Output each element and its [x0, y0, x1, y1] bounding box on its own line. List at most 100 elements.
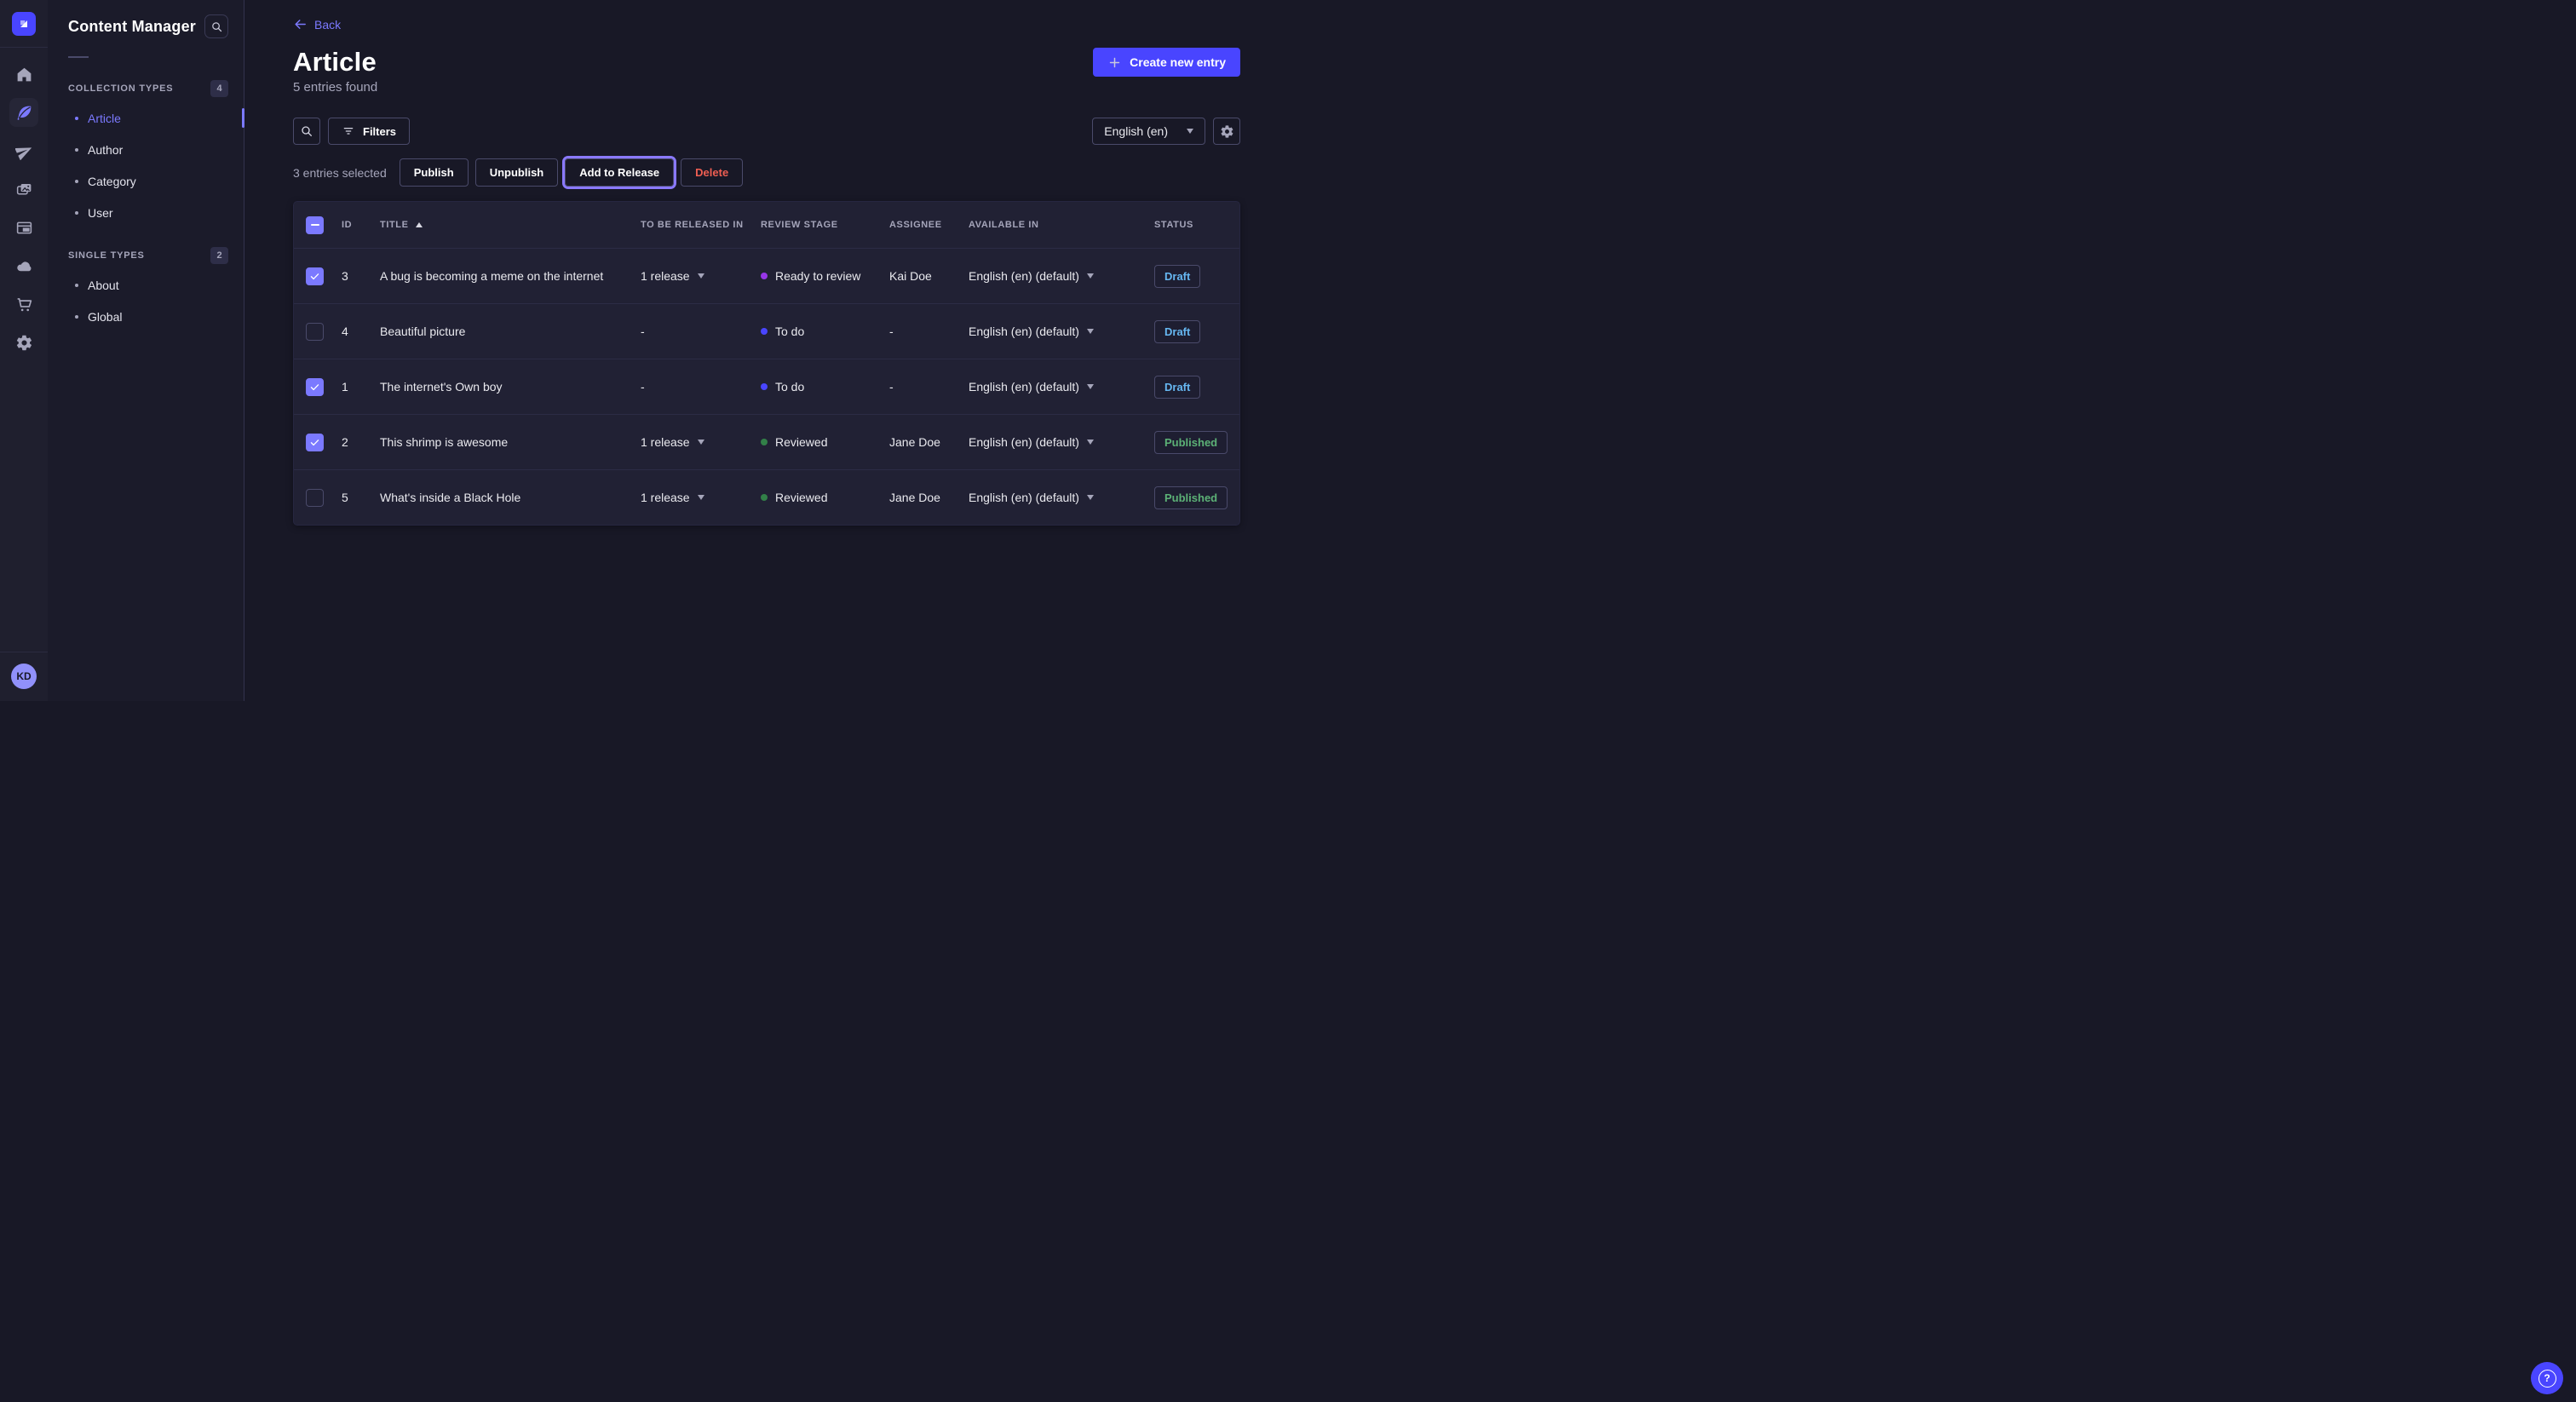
bullet-icon — [75, 315, 78, 319]
subnav-search-button[interactable] — [204, 14, 228, 38]
bullet-icon — [75, 284, 78, 287]
row-checkbox[interactable] — [306, 378, 324, 396]
check-icon — [309, 437, 320, 448]
subnav-item-label: Category — [88, 175, 136, 188]
delete-button[interactable]: Delete — [681, 158, 743, 187]
row-id: 3 — [342, 269, 380, 283]
table-search-button[interactable] — [293, 118, 320, 145]
row-assignee: - — [889, 380, 969, 394]
stage-dot-icon — [761, 383, 768, 390]
cart-marketplace-icon[interactable] — [9, 290, 38, 319]
pictures-media-library-icon[interactable] — [9, 175, 38, 204]
layout-content-type-builder-icon[interactable] — [9, 213, 38, 242]
user-avatar[interactable]: KD — [11, 664, 37, 689]
subnav-item-category[interactable]: Category — [68, 165, 228, 197]
row-title: Beautiful picture — [380, 325, 641, 338]
table-row[interactable]: 2This shrimp is awesome1 releaseReviewed… — [294, 414, 1239, 469]
select-all-checkbox[interactable] — [306, 216, 324, 234]
row-status: Draft — [1154, 376, 1239, 399]
sort-ascending-icon — [416, 222, 423, 227]
column-header-available-in: AVAILABLE IN — [969, 220, 1154, 230]
row-locale-dropdown[interactable]: English (en) (default) — [969, 435, 1154, 449]
table-row[interactable]: 3A bug is becoming a meme on the interne… — [294, 248, 1239, 303]
cloud-icon[interactable] — [9, 251, 38, 280]
row-title: The internet's Own boy — [380, 380, 641, 394]
paper-plane-releases-icon[interactable] — [9, 136, 38, 165]
row-release: - — [641, 325, 761, 338]
gear-settings-icon[interactable] — [9, 328, 38, 357]
subnav-item-about[interactable]: About — [68, 269, 228, 301]
arrow-left-icon — [293, 17, 308, 32]
column-header-title[interactable]: TITLE — [380, 220, 641, 230]
row-release-dropdown[interactable]: 1 release — [641, 269, 761, 283]
home-icon[interactable] — [9, 60, 38, 89]
chevron-down-icon — [1187, 129, 1193, 134]
single-types-list: AboutGlobal — [68, 269, 228, 332]
app-root: KD Content Manager COLLECTION TYPES 4 Ar… — [0, 0, 1288, 701]
subnav-item-label: Article — [88, 112, 121, 125]
row-checkbox[interactable] — [306, 267, 324, 285]
table-header-row: ID TITLE TO BE RELEASED IN REVIEW STAGE … — [294, 202, 1239, 248]
chevron-down-icon — [1087, 273, 1094, 279]
subnav-divider — [68, 56, 89, 58]
add-to-release-button[interactable]: Add to Release — [565, 158, 674, 187]
bullet-icon — [75, 117, 78, 120]
row-checkbox[interactable] — [306, 489, 324, 507]
section-count-badge: 2 — [210, 247, 228, 264]
chevron-down-icon — [1087, 495, 1094, 500]
subnav-item-label: Author — [88, 143, 123, 157]
rail-bottom: KD — [0, 652, 48, 701]
subnav-item-article[interactable]: Article — [68, 102, 228, 134]
row-status: Published — [1154, 486, 1239, 509]
rail-nav — [9, 60, 38, 357]
unpublish-button[interactable]: Unpublish — [475, 158, 559, 187]
status-badge: Draft — [1154, 376, 1200, 399]
strapi-logo[interactable] — [12, 12, 36, 36]
chevron-down-icon — [698, 440, 704, 445]
row-assignee: Jane Doe — [889, 491, 969, 504]
help-button[interactable]: ? — [2531, 1362, 2563, 1394]
subnav-item-author[interactable]: Author — [68, 134, 228, 165]
filters-button[interactable]: Filters — [328, 118, 410, 145]
row-release-dropdown[interactable]: 1 release — [641, 491, 761, 504]
feather-content-manager-icon[interactable] — [9, 98, 38, 127]
row-locale-dropdown[interactable]: English (en) (default) — [969, 325, 1154, 338]
single-types-section: SINGLE TYPES 2 AboutGlobal — [68, 247, 228, 332]
row-title: A bug is becoming a meme on the internet — [380, 269, 641, 283]
publish-button[interactable]: Publish — [400, 158, 469, 187]
bullet-icon — [75, 211, 78, 215]
row-checkbox[interactable] — [306, 323, 324, 341]
row-id: 2 — [342, 435, 380, 449]
back-link[interactable]: Back — [293, 17, 341, 32]
row-checkbox[interactable] — [306, 434, 324, 451]
locale-select[interactable]: English (en) — [1092, 118, 1205, 145]
selection-bar: 3 entries selected Publish Unpublish Add… — [293, 158, 1240, 187]
subnav-item-global[interactable]: Global — [68, 301, 228, 332]
subnav-item-user[interactable]: User — [68, 197, 228, 228]
section-label: SINGLE TYPES — [68, 250, 145, 261]
collection-types-list: Article Author Category User — [68, 102, 228, 228]
stage-dot-icon — [761, 494, 768, 501]
content-manager-subnav: Content Manager COLLECTION TYPES 4 Artic… — [48, 0, 244, 701]
table-row[interactable]: 5What's inside a Black Hole1 releaseRevi… — [294, 469, 1239, 525]
collection-types-section: COLLECTION TYPES 4 ArticleAuthorCategory… — [68, 80, 228, 228]
create-new-entry-button[interactable]: Create new entry — [1093, 48, 1240, 77]
table-row[interactable]: 4Beautiful picture-To do-English (en) (d… — [294, 303, 1239, 359]
table-row[interactable]: 1The internet's Own boy-To do-English (e… — [294, 359, 1239, 414]
chevron-down-icon — [1087, 384, 1094, 389]
chevron-down-icon — [698, 495, 704, 500]
row-release: - — [641, 380, 761, 394]
view-settings-button[interactable] — [1213, 118, 1240, 145]
filter-lines-icon — [342, 124, 355, 138]
row-locale-dropdown[interactable]: English (en) (default) — [969, 269, 1154, 283]
search-icon — [300, 124, 313, 138]
selection-count-text: 3 entries selected — [293, 166, 387, 180]
row-locale-dropdown[interactable]: English (en) (default) — [969, 380, 1154, 394]
page-title: Article — [293, 47, 377, 78]
row-release-dropdown[interactable]: 1 release — [641, 435, 761, 449]
logo-section — [0, 0, 48, 48]
main-content: Back Article Create new entry 5 entries … — [244, 0, 1288, 701]
gear-icon — [1220, 124, 1234, 139]
plus-icon — [1107, 55, 1122, 70]
row-locale-dropdown[interactable]: English (en) (default) — [969, 491, 1154, 504]
